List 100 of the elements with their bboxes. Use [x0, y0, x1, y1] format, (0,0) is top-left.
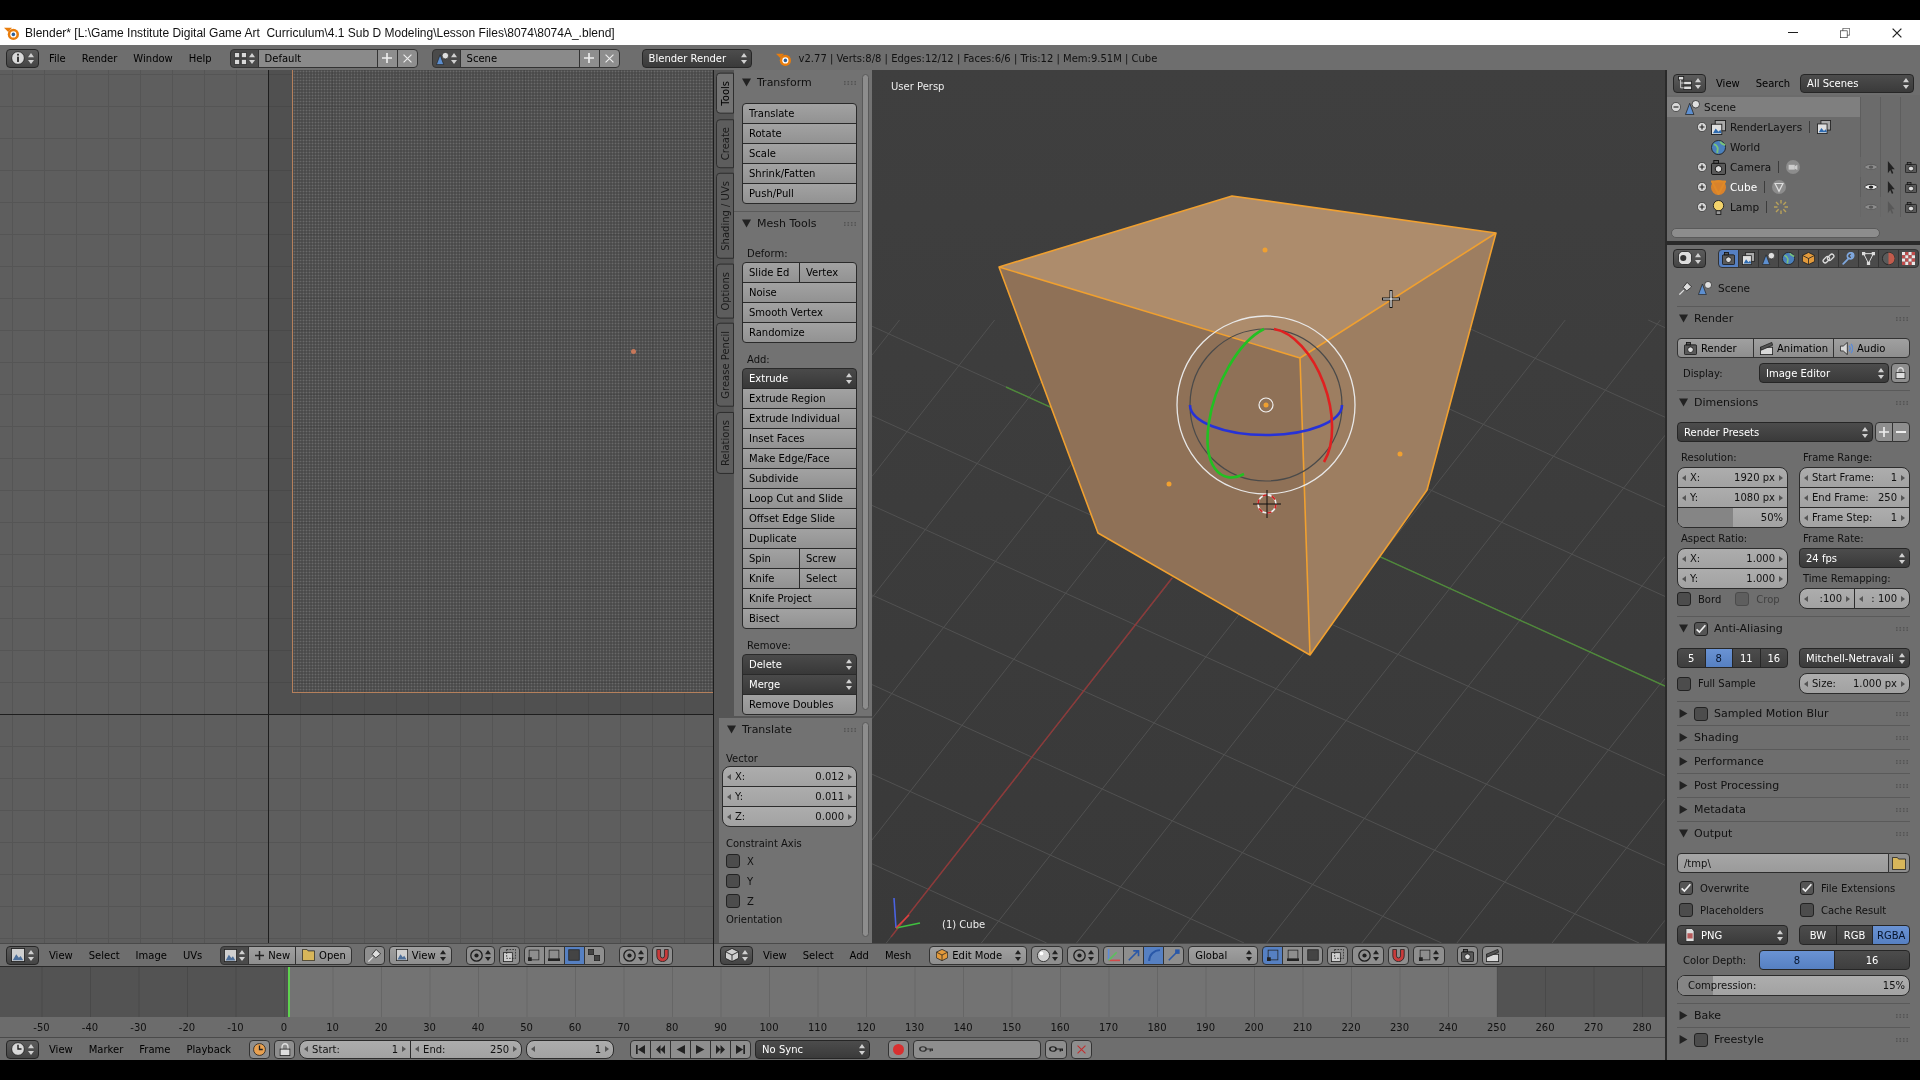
panel-title[interactable]: Transform [757, 76, 838, 89]
select-mode-button[interactable] [1282, 945, 1304, 965]
menu-item[interactable]: Help [182, 48, 218, 68]
checkbox[interactable] [1677, 592, 1691, 606]
playback-button[interactable] [650, 1039, 672, 1059]
menu-item[interactable]: File [43, 48, 72, 68]
playback-button[interactable] [630, 1039, 652, 1059]
keying-set-field[interactable] [913, 1039, 1042, 1059]
start-frame-field[interactable]: Start: 1 [299, 1039, 412, 1059]
open-image-button[interactable]: Open [295, 945, 352, 965]
checkbox[interactable] [1800, 903, 1814, 917]
tool-button[interactable]: Slide Ed [742, 262, 800, 283]
editor-type-button[interactable] [1673, 73, 1706, 93]
preview-range-button[interactable] [249, 1039, 271, 1059]
menu-item[interactable]: Select [796, 945, 840, 965]
toggle-button[interactable]: RGB [1835, 925, 1874, 945]
checkbox[interactable] [1694, 621, 1708, 636]
record-button[interactable] [888, 1039, 910, 1059]
scrollbar[interactable] [862, 74, 869, 710]
shading-dropdown[interactable] [1031, 945, 1064, 965]
checkbox[interactable] [726, 894, 740, 908]
checkbox[interactable] [1694, 706, 1708, 721]
playback-button[interactable] [690, 1039, 712, 1059]
sync-selection-button[interactable] [498, 945, 520, 965]
audio-button[interactable]: Audio [1833, 338, 1910, 358]
panel-title[interactable]: Sampled Motion Blur [1714, 707, 1890, 720]
checkbox[interactable] [1800, 881, 1814, 895]
tool-button[interactable]: Scale [742, 143, 857, 164]
tool-button[interactable]: Subdivide [742, 468, 857, 489]
number-field[interactable]: Size: 1.000 px [1799, 673, 1910, 694]
scene-browse-button[interactable] [431, 48, 461, 68]
lock-button[interactable] [274, 1039, 296, 1059]
tool-button[interactable]: Duplicate [742, 528, 857, 549]
properties-tab[interactable] [1818, 248, 1839, 268]
menu-item[interactable]: View [43, 945, 79, 965]
manipulator-button[interactable] [1143, 945, 1165, 965]
number-field[interactable]: Start Frame: 1 [1799, 467, 1910, 488]
snap-button[interactable] [651, 945, 673, 965]
mode-dropdown[interactable]: View [388, 945, 452, 965]
browse-folder-button[interactable] [1888, 853, 1910, 873]
tool-button[interactable]: Make Edge/Face [742, 448, 857, 469]
menu-item[interactable]: View [43, 1039, 79, 1059]
checkbox[interactable] [1694, 1032, 1708, 1047]
tool-shelf-tab[interactable]: Tools [716, 73, 734, 114]
add-button[interactable] [578, 48, 600, 68]
menu-item[interactable]: Render [75, 48, 124, 68]
panel-title[interactable]: Dimensions [1694, 396, 1890, 409]
tool-button[interactable]: Offset Edge Slide [742, 508, 857, 529]
tool-button[interactable]: Smooth Vertex [742, 302, 857, 323]
delete-keyframe-button[interactable] [1071, 1039, 1093, 1059]
number-field[interactable]: Z: 0.000 [722, 806, 857, 827]
tool-button[interactable]: Loop Cut and Slide [742, 488, 857, 509]
manipulator-toggle[interactable] [1103, 945, 1125, 965]
pin-button[interactable] [363, 945, 385, 965]
outliner-row[interactable]: Scene [1667, 97, 1860, 117]
frame-rate-dropdown[interactable]: 24 fps [1799, 548, 1910, 568]
tool-menu-button[interactable]: Extrude [742, 368, 857, 389]
panel-title[interactable]: Translate [742, 723, 838, 736]
playback-button[interactable] [730, 1039, 752, 1059]
end-frame-field[interactable]: End: 250 [410, 1039, 523, 1059]
tool-button[interactable]: Rotate [742, 123, 857, 144]
number-field[interactable]: Y: 1080 px [1677, 487, 1788, 508]
playback-button[interactable] [710, 1039, 732, 1059]
checkbox[interactable] [1679, 903, 1693, 917]
panel-title[interactable]: Shading [1694, 731, 1890, 744]
compression-slider[interactable]: Compression: 15% [1677, 975, 1910, 996]
manipulator-button[interactable] [1163, 945, 1185, 965]
scrollbar[interactable] [862, 722, 869, 937]
number-field[interactable]: Frame Step: 1 [1799, 507, 1910, 528]
filter-dropdown[interactable]: Mitchell-Netravali [1799, 648, 1910, 668]
tool-button[interactable]: Bisect [742, 608, 857, 629]
delete-button[interactable] [598, 48, 620, 68]
current-frame-field[interactable]: 1 [526, 1039, 615, 1059]
toggle-button[interactable]: RGBA [1872, 925, 1910, 945]
panel-title[interactable]: Performance [1694, 755, 1890, 768]
layout-browse-button[interactable] [229, 48, 259, 68]
panel-title[interactable]: Anti-Aliasing [1714, 622, 1890, 635]
toggle-button[interactable]: 8 [1759, 950, 1835, 970]
toggle-button[interactable]: 5 [1677, 648, 1706, 668]
menu-item[interactable]: UVs [176, 945, 209, 965]
properties-tab[interactable] [1838, 248, 1859, 268]
presets-dropdown[interactable]: Render Presets [1677, 422, 1873, 442]
menu-item[interactable]: View [757, 945, 793, 965]
sync-dropdown[interactable]: No Sync [755, 1039, 871, 1059]
proportional-edit-button[interactable] [618, 945, 648, 965]
menu-item[interactable]: Frame [133, 1039, 177, 1059]
number-field[interactable]: X: 1.000 [1677, 548, 1788, 569]
tool-button[interactable]: Shrink/Fatten [742, 163, 857, 184]
snap-target-button[interactable] [1413, 945, 1446, 965]
number-field[interactable]: :100 [1799, 588, 1855, 609]
render-engine-dropdown[interactable]: Blender Render [641, 48, 752, 68]
snap-button[interactable] [1388, 945, 1410, 965]
tool-button[interactable]: Knife Project [742, 588, 857, 609]
properties-tab[interactable] [1858, 248, 1879, 268]
select-mode-button[interactable] [1302, 945, 1324, 965]
tool-menu-button[interactable]: Merge [742, 674, 857, 695]
display-filter-dropdown[interactable]: All Scenes [1800, 73, 1914, 93]
toggle-button[interactable]: 11 [1732, 648, 1761, 668]
render-animation-button[interactable] [1482, 945, 1504, 965]
editor-type-button[interactable] [6, 1039, 39, 1059]
